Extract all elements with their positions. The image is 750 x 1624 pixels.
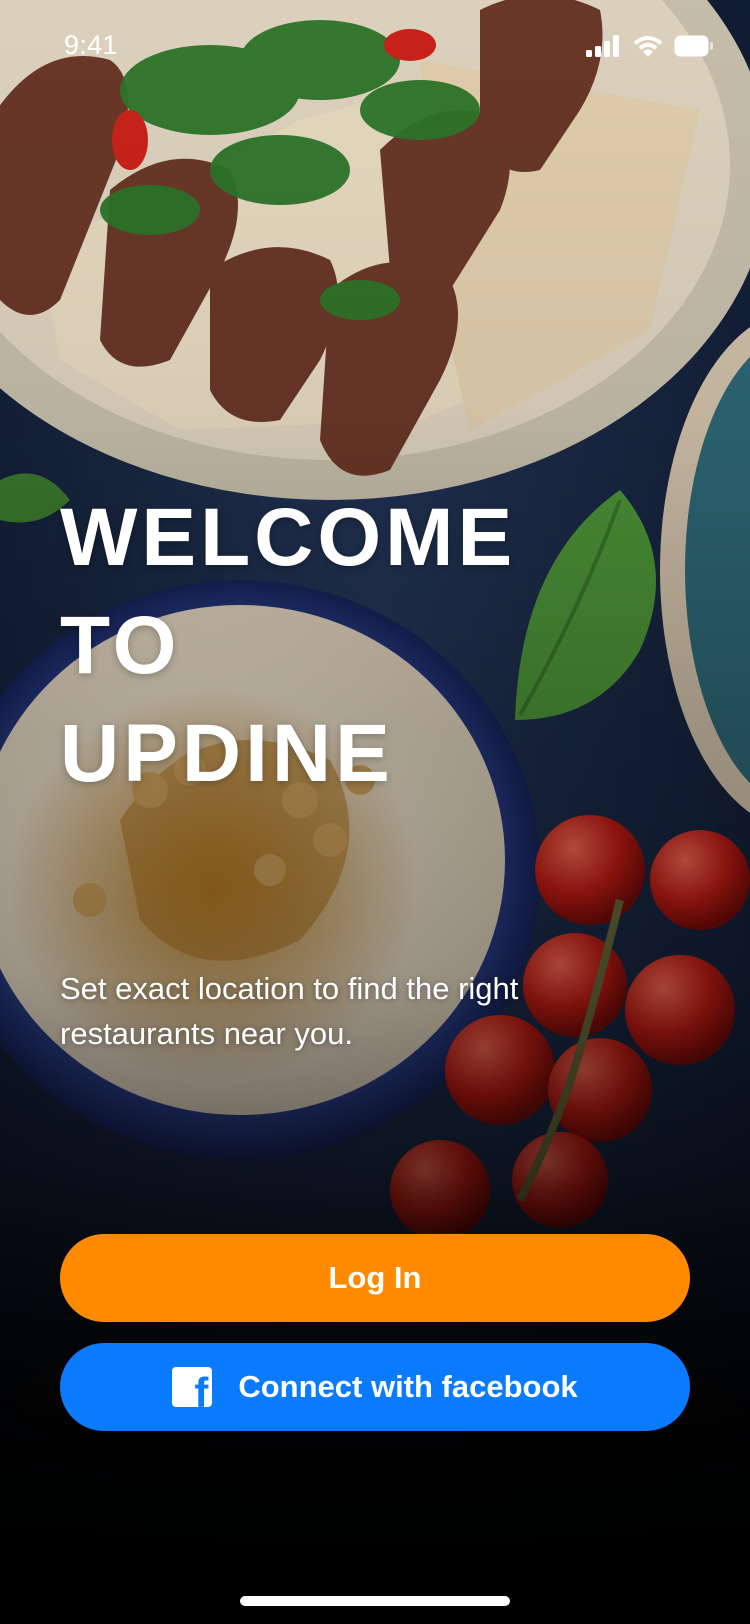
welcome-headline: WELCOME TO UPDINE — [60, 484, 516, 808]
headline-line-1: WELCOME — [60, 492, 517, 583]
headline-line-3: UPDINE — [60, 708, 394, 799]
battery-icon — [674, 35, 714, 62]
wifi-icon — [632, 34, 664, 63]
cellular-signal-icon — [586, 35, 622, 62]
status-bar-icons — [586, 34, 714, 63]
facebook-button-label: Connect with facebook — [238, 1369, 578, 1404]
home-indicator[interactable] — [240, 1596, 510, 1606]
facebook-connect-button[interactable]: f Connect with facebook — [60, 1343, 690, 1431]
headline-line-2: TO — [60, 600, 181, 691]
login-button-label: Log In — [328, 1260, 422, 1295]
status-bar-time: 9:41 — [64, 30, 118, 60]
location-subtitle: Set exact location to find the right res… — [60, 971, 519, 1051]
login-button[interactable]: Log In — [60, 1234, 690, 1322]
welcome-screen: 9:41 WELCOME TO UPDINE Set exact locatio… — [0, 0, 750, 1624]
facebook-icon: f — [172, 1367, 213, 1407]
